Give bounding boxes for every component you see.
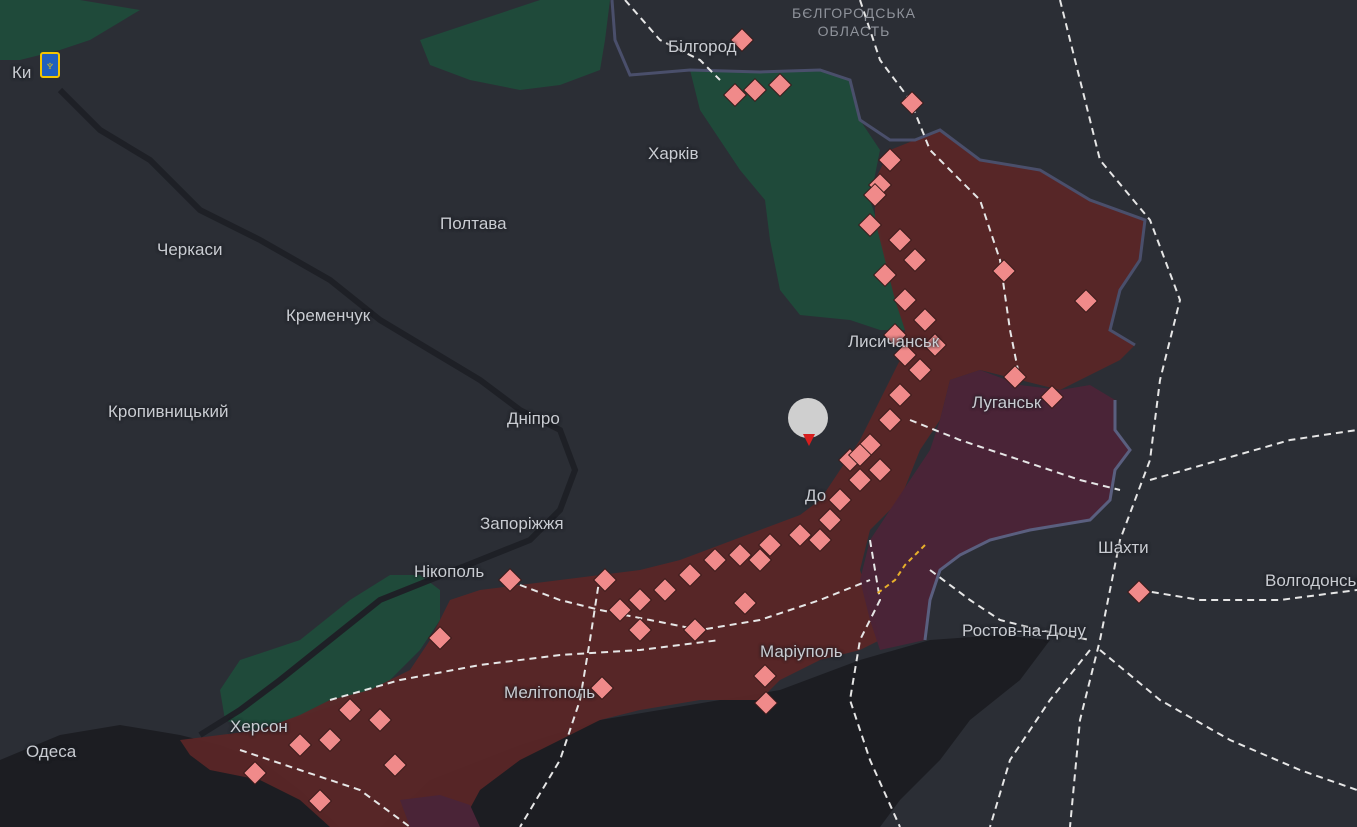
region-label-line-1: БЄЛГОРОДСЬКА [792,5,917,21]
region-label-line-2: ОБЛАСТЬ [817,23,891,39]
city-label-volgodonsk[interactable]: Волгодонськ [1265,571,1357,591]
city-label-luhansk[interactable]: Луганськ [972,393,1041,413]
city-label-zaporizhzhia[interactable]: Запоріжжя [480,514,564,534]
city-label-kherson[interactable]: Херсон [230,717,288,737]
city-label-lysychansk[interactable]: Лисичанськ [848,332,939,352]
city-label-kropyvnytskyi[interactable]: Кропивницький [108,402,228,422]
city-label-kremenchuk[interactable]: Кременчук [286,306,370,326]
city-label-donetsk[interactable]: До [805,486,826,506]
city-label-odesa[interactable]: Одеса [26,742,76,762]
city-label-bilhorod[interactable]: Білгород [668,37,737,57]
city-label-melitopol[interactable]: Мелітополь [504,683,595,703]
map-canvas[interactable]: ♆ БЄЛГОРОДСЬКА ОБЛАСТЬ Ки Білгород Харкі… [0,0,1357,827]
region-label-belgorod: БЄЛГОРОДСЬКА ОБЛАСТЬ [792,4,916,40]
capital-icon: ♆ [40,52,60,78]
city-label-dnipro[interactable]: Дніпро [507,409,560,429]
location-pin-icon[interactable] [788,398,828,438]
city-label-nikopol[interactable]: Нікополь [414,562,484,582]
city-label-rostov[interactable]: Ростов-на-Дону [962,621,1086,641]
city-label-poltava[interactable]: Полтава [440,214,507,234]
location-pin-tip [803,434,815,446]
city-label-mariupol[interactable]: Маріуполь [760,642,843,662]
city-label-cherkasy[interactable]: Черкаси [157,240,223,260]
city-label-kharkiv[interactable]: Харків [648,144,699,164]
city-label-kyiv[interactable]: Ки [12,63,31,83]
city-label-shakhty[interactable]: Шахти [1098,538,1149,558]
